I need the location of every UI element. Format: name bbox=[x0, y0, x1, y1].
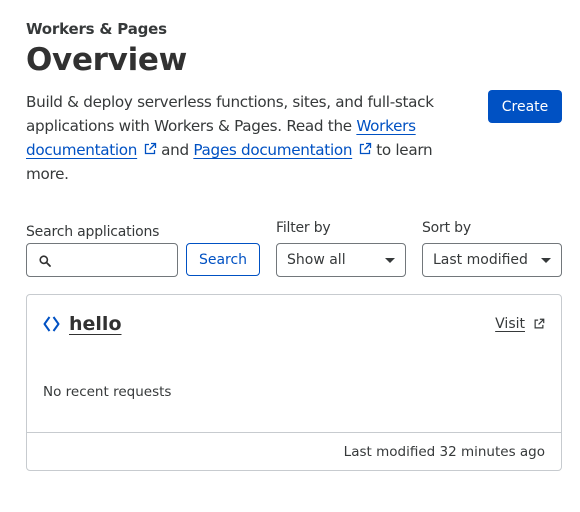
external-link-icon bbox=[533, 318, 545, 330]
page-title: Overview bbox=[26, 42, 187, 78]
search-label: Search applications bbox=[26, 224, 160, 240]
pages-documentation-link[interactable]: Pages documentation bbox=[193, 141, 352, 159]
external-link-icon bbox=[358, 142, 372, 156]
external-link-icon bbox=[143, 142, 157, 156]
card-footer: Last modified 32 minutes ago bbox=[27, 432, 561, 470]
visit-label: Visit bbox=[495, 316, 525, 332]
workers-pages-overview: Workers & Pages Overview Build & deploy … bbox=[0, 0, 580, 512]
search-button[interactable]: Search bbox=[186, 243, 260, 276]
filter-select[interactable]: Show all bbox=[276, 243, 406, 277]
application-name[interactable]: hello bbox=[69, 313, 122, 335]
create-button[interactable]: Create bbox=[488, 90, 562, 123]
page-description: Build & deploy serverless functions, sit… bbox=[26, 90, 446, 186]
filter-label: Filter by bbox=[276, 220, 331, 236]
application-card: hello Visit No recent requests Last modi… bbox=[26, 294, 562, 471]
search-input[interactable] bbox=[56, 245, 166, 275]
chevron-down-icon bbox=[385, 257, 395, 263]
request-status: No recent requests bbox=[43, 384, 172, 400]
search-icon bbox=[38, 253, 52, 267]
visit-link[interactable]: Visit bbox=[495, 316, 545, 332]
worker-icon bbox=[43, 315, 63, 333]
sort-value: Last modified bbox=[433, 252, 528, 268]
breadcrumb: Workers & Pages bbox=[26, 20, 167, 38]
application-name-link[interactable]: hello bbox=[43, 313, 122, 335]
sort-select[interactable]: Last modified bbox=[422, 243, 562, 277]
last-modified-text: Last modified 32 minutes ago bbox=[343, 443, 545, 460]
chevron-down-icon bbox=[541, 257, 551, 263]
search-field[interactable] bbox=[26, 243, 178, 277]
filter-value: Show all bbox=[287, 252, 346, 268]
description-text-2: and bbox=[161, 141, 194, 159]
sort-label: Sort by bbox=[422, 220, 471, 236]
